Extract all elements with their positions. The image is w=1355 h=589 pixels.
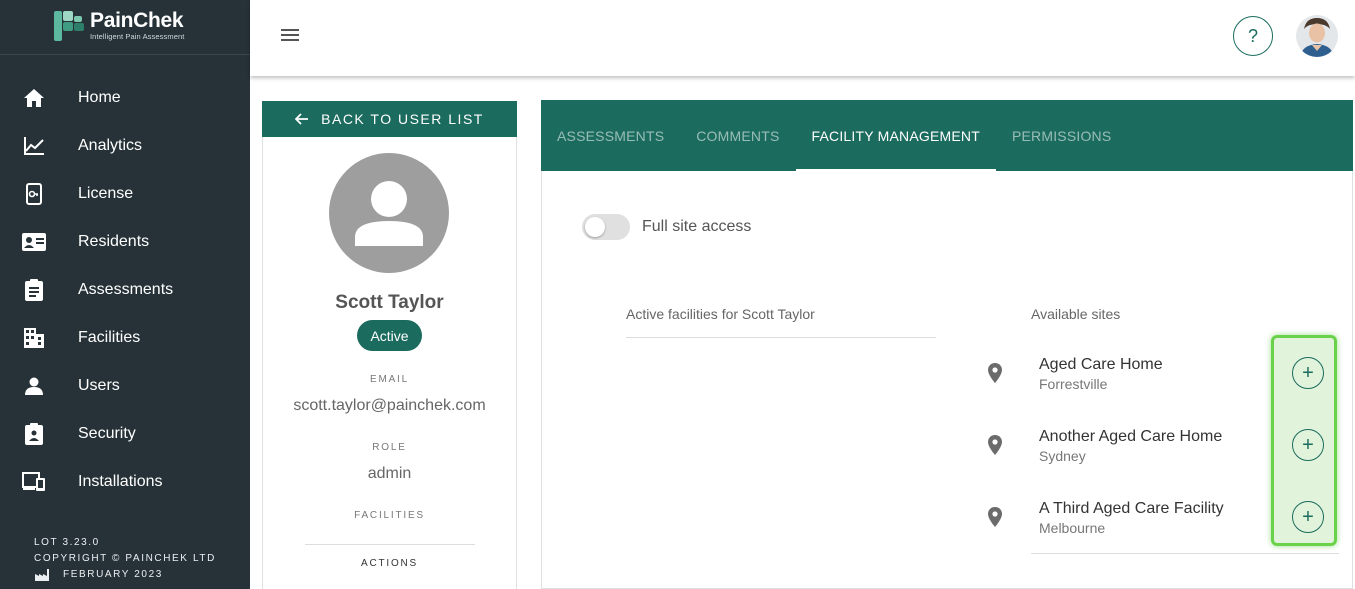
sidebar-item-users[interactable]: Users	[0, 362, 250, 410]
email-value: scott.taylor@painchek.com	[293, 397, 486, 414]
user-profile-card: BACK TO USER LIST Scott Taylor Active EM…	[262, 101, 517, 589]
sidebar-item-label: Security	[78, 425, 136, 442]
actions-label: ACTIONS	[360, 558, 419, 569]
available-sites-header: Available sites	[1031, 306, 1121, 322]
tab-assessments[interactable]: ASSESSMENTS	[541, 100, 680, 171]
sidebar-item-assessments[interactable]: Assessments	[0, 266, 250, 314]
back-button-label: BACK TO USER LIST	[321, 111, 484, 127]
sidebar-item-label: Home	[78, 89, 121, 106]
sidebar-nav: Home Analytics License Residents Assessm…	[0, 74, 250, 506]
painchek-logo[interactable]: PainChek Intelligent Pain Assessment	[52, 9, 184, 41]
site-city: Melbourne	[1039, 520, 1106, 536]
user-tabs: ASSESSMENTS COMMENTS FACILITY MANAGEMENT…	[541, 100, 1353, 171]
active-facilities-header: Active facilities for Scott Taylor	[626, 306, 815, 322]
release-date-text: FEBRUARY 2023	[63, 569, 163, 580]
available-sites-divider	[1031, 553, 1339, 554]
sidebar-item-label: Residents	[78, 233, 150, 250]
sidebar-footer: LOT 3.23.0 COPYRIGHT © PAINCHEK LTD FEBR…	[34, 535, 216, 583]
sidebar-item-facilities[interactable]: Facilities	[0, 314, 250, 362]
toggle-knob	[585, 217, 605, 237]
add-site-button[interactable]: +	[1292, 357, 1324, 389]
sidebar-item-label: Users	[78, 377, 120, 394]
top-app-bar: ?	[250, 0, 1355, 76]
tab-facility-management[interactable]: FACILITY MANAGEMENT	[795, 100, 997, 171]
role-value: admin	[367, 465, 412, 482]
sidebar-item-license[interactable]: License	[0, 170, 250, 218]
facilities-icon	[22, 326, 46, 350]
add-site-button[interactable]: +	[1292, 501, 1324, 533]
sidebar-item-security[interactable]: Security	[0, 410, 250, 458]
full-site-access-label: Full site access	[642, 218, 752, 235]
arrow-left-icon	[295, 113, 309, 125]
tab-comments[interactable]: COMMENTS	[680, 100, 795, 171]
factory-icon	[35, 569, 49, 581]
painchek-logo-icon	[52, 9, 86, 41]
menu-icon[interactable]	[279, 26, 301, 46]
location-pin-icon	[986, 362, 1004, 384]
user-avatar[interactable]	[1296, 15, 1338, 57]
sidebar-item-home[interactable]: Home	[0, 74, 250, 122]
users-icon	[22, 374, 46, 398]
location-pin-icon	[986, 506, 1004, 528]
user-name: Scott Taylor	[335, 292, 444, 313]
sidebar-item-label: Assessments	[78, 281, 174, 298]
sidebar-item-analytics[interactable]: Analytics	[0, 122, 250, 170]
home-icon	[22, 86, 46, 110]
help-button[interactable]: ?	[1233, 16, 1273, 56]
sidebar: PainChek Intelligent Pain Assessment Hom…	[0, 0, 250, 589]
email-label: EMAIL	[369, 374, 409, 385]
active-facilities-divider	[626, 337, 936, 338]
sidebar-item-label: Facilities	[78, 329, 141, 346]
add-site-button[interactable]: +	[1292, 429, 1324, 461]
version-text: LOT 3.23.0	[34, 537, 100, 548]
sidebar-item-installations[interactable]: Installations	[0, 458, 250, 506]
status-badge: Active	[357, 320, 422, 351]
tab-permissions[interactable]: PERMISSIONS	[996, 100, 1127, 171]
logo-tagline: Intelligent Pain Assessment	[90, 31, 185, 41]
copyright-text: COPYRIGHT © PAINCHEK LTD	[34, 553, 216, 564]
person-icon	[355, 181, 423, 246]
back-to-user-list-button[interactable]: BACK TO USER LIST	[262, 101, 517, 137]
site-name: Aged Care Home	[1039, 356, 1163, 373]
facilities-label: FACILITIES	[354, 510, 425, 521]
site-city: Forrestville	[1039, 376, 1108, 392]
list-item-site: Another Aged Care Home Sydney +	[982, 413, 1342, 485]
analytics-icon	[22, 134, 46, 158]
sidebar-item-label: Analytics	[78, 137, 143, 154]
location-pin-icon	[986, 434, 1004, 456]
card-divider	[305, 544, 475, 545]
site-name: A Third Aged Care Facility	[1039, 500, 1224, 517]
role-label: ROLE	[372, 442, 407, 453]
facility-management-panel: ASSESSMENTS COMMENTS FACILITY MANAGEMENT…	[541, 100, 1353, 589]
site-name: Another Aged Care Home	[1039, 428, 1223, 445]
sidebar-item-label: License	[78, 185, 134, 202]
residents-icon	[22, 230, 46, 254]
installations-icon	[22, 470, 46, 494]
sidebar-divider	[0, 54, 250, 55]
list-item-site: Aged Care Home Forrestville +	[982, 341, 1342, 413]
assessments-icon	[22, 278, 46, 302]
list-item-site: A Third Aged Care Facility Melbourne +	[982, 485, 1342, 557]
sidebar-item-residents[interactable]: Residents	[0, 218, 250, 266]
sidebar-item-label: Installations	[78, 473, 163, 490]
profile-avatar	[329, 153, 449, 273]
logo-name: PainChek	[90, 8, 184, 32]
full-site-access-toggle[interactable]	[582, 214, 630, 240]
site-city: Sydney	[1039, 448, 1086, 464]
security-icon	[22, 422, 46, 446]
license-icon	[22, 182, 46, 206]
